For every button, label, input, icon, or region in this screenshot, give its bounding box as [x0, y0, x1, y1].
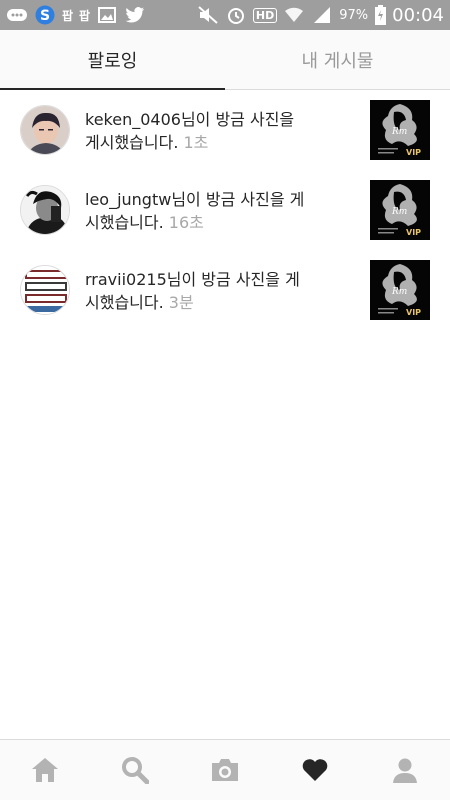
activity-text: leo_jungtw님이 방금 사진을 게시했습니다. 16초	[85, 180, 310, 234]
home-icon	[32, 758, 58, 782]
activity-tabs: 팔로잉 내 게시물	[0, 30, 450, 90]
nav-activity[interactable]	[285, 740, 345, 800]
app-notification-2: 팝	[79, 8, 91, 23]
activity-text: rravii0215님이 방금 사진을 게시했습니다. 3분	[85, 260, 310, 314]
nav-search[interactable]	[105, 740, 165, 800]
avatar[interactable]	[20, 185, 70, 235]
avatar[interactable]	[20, 265, 70, 315]
status-bar: S 팝 팝 HD 97% 00:04	[0, 0, 450, 30]
activity-time: 16초	[168, 213, 204, 232]
nav-profile[interactable]	[375, 740, 435, 800]
post-thumbnail[interactable]: Rm VIP	[370, 260, 430, 320]
search-icon	[122, 757, 149, 784]
svg-text:Rm: Rm	[391, 287, 407, 297]
battery-charging-icon	[374, 5, 386, 25]
svg-text:Rm: Rm	[391, 127, 407, 137]
svg-text:Rm: Rm	[391, 207, 407, 217]
hd-badge: HD	[252, 7, 278, 23]
heart-icon	[302, 759, 328, 781]
activity-time: 3분	[168, 293, 194, 312]
gallery-icon	[96, 5, 118, 25]
svg-text:S: S	[40, 8, 50, 24]
svg-text:VIP: VIP	[406, 308, 421, 317]
activity-time: 1초	[183, 133, 209, 152]
signal-icon	[311, 5, 333, 25]
nav-camera[interactable]	[195, 740, 255, 800]
clock: 00:04	[392, 4, 444, 26]
svg-text:VIP: VIP	[406, 148, 421, 157]
username-link[interactable]: rravii0215	[85, 270, 167, 289]
activity-text: keken_0406님이 방금 사진을 게시했습니다. 1초	[85, 100, 310, 154]
svg-text:VIP: VIP	[406, 228, 421, 237]
profile-icon	[393, 758, 417, 783]
avatar[interactable]	[20, 105, 70, 155]
nav-home[interactable]	[15, 740, 75, 800]
mute-icon	[197, 5, 219, 25]
tab-my-posts[interactable]: 내 게시물	[225, 30, 450, 89]
activity-row[interactable]: leo_jungtw님이 방금 사진을 게시했습니다. 16초 Rm VIP	[0, 180, 450, 260]
post-thumbnail[interactable]: Rm VIP	[370, 180, 430, 240]
username-link[interactable]: keken_0406	[85, 110, 181, 129]
bottom-nav	[0, 739, 450, 800]
activity-row[interactable]: rravii0215님이 방금 사진을 게시했습니다. 3분 Rm VIP	[0, 260, 450, 340]
alarm-icon	[225, 5, 247, 25]
twitter-icon	[124, 5, 146, 25]
battery-percent: 97%	[339, 7, 369, 23]
username-link[interactable]: leo_jungtw	[85, 190, 171, 209]
activity-list: keken_0406님이 방금 사진을 게시했습니다. 1초 Rm VIP le…	[0, 100, 450, 340]
chat-icon	[6, 5, 28, 25]
s-app-icon: S	[34, 5, 56, 25]
app-notification-1: 팝	[62, 8, 74, 23]
camera-icon	[212, 759, 238, 781]
post-thumbnail[interactable]: Rm VIP	[370, 100, 430, 160]
activity-row[interactable]: keken_0406님이 방금 사진을 게시했습니다. 1초 Rm VIP	[0, 100, 450, 180]
tab-following[interactable]: 팔로잉	[0, 30, 225, 90]
wifi-icon	[283, 5, 305, 25]
